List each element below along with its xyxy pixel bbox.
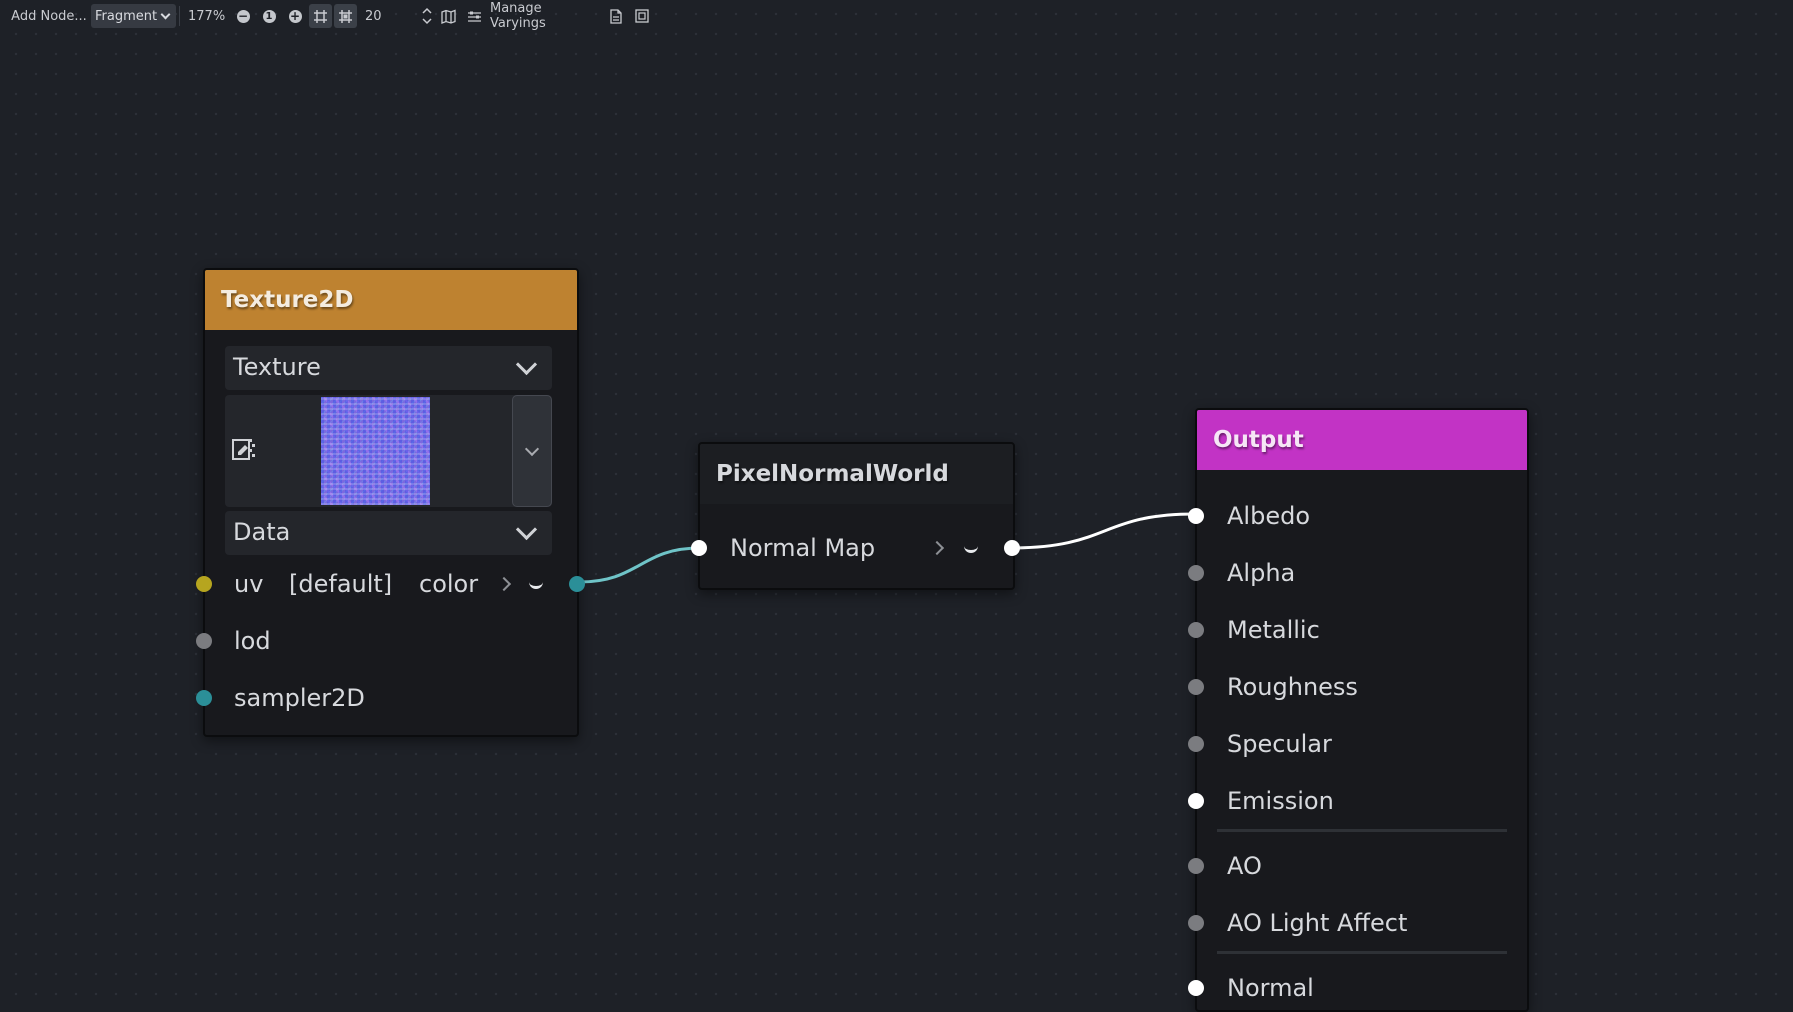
- edit-texture-icon[interactable]: [232, 437, 256, 463]
- chevron-down-icon: [524, 441, 540, 457]
- ao-light-affect-port-row: AO Light Affect: [1188, 903, 1527, 943]
- texture-source-select[interactable]: Texture: [225, 346, 552, 390]
- albedo-input-port[interactable]: [1188, 508, 1204, 524]
- texture-type-label: Data: [233, 518, 291, 546]
- color-output-label: color: [419, 570, 479, 598]
- alpha-input-port[interactable]: [1188, 565, 1204, 581]
- ao-label: AO: [1227, 852, 1262, 880]
- color-output-port[interactable]: [569, 576, 585, 592]
- node-title: PixelNormalWorld: [716, 461, 949, 487]
- sampler2d-label: sampler2D: [234, 684, 365, 712]
- normal-input-port[interactable]: [1188, 980, 1204, 996]
- expand-output-icon[interactable]: [529, 578, 543, 589]
- chevron-down-icon: [515, 353, 538, 376]
- sampler2d-input-port[interactable]: [196, 690, 212, 706]
- chevron-right-icon[interactable]: [929, 540, 945, 556]
- normal-map-port-row: Normal Map: [691, 528, 1020, 568]
- alpha-label: Alpha: [1227, 559, 1296, 587]
- normal-label: Normal: [1227, 974, 1314, 1002]
- specular-input-port[interactable]: [1188, 736, 1204, 752]
- texture-source-label: Texture: [233, 353, 321, 381]
- roughness-label: Roughness: [1227, 673, 1358, 701]
- node-title: Texture2D: [221, 287, 354, 313]
- metallic-input-port[interactable]: [1188, 622, 1204, 638]
- uv-default-value: [default]: [289, 570, 393, 598]
- uv-label: uv: [234, 570, 264, 598]
- output-node[interactable]: Output Albedo Alpha Metallic Roughness S…: [1188, 408, 1529, 1012]
- expand-output-icon[interactable]: [964, 542, 978, 553]
- texture2d-node[interactable]: Texture2D Texture Data uv [default] colo…: [196, 268, 585, 737]
- albedo-label: Albedo: [1227, 502, 1311, 530]
- metallic-port-row: Metallic: [1188, 610, 1527, 650]
- texture-type-select[interactable]: Data: [225, 511, 552, 555]
- emission-input-port[interactable]: [1188, 793, 1204, 809]
- normal-port-row: Normal: [1188, 968, 1527, 1008]
- ao-light-affect-input-port[interactable]: [1188, 915, 1204, 931]
- wire-normal-to-albedo[interactable]: [1010, 512, 1196, 550]
- roughness-port-row: Roughness: [1188, 667, 1527, 707]
- output-node-header[interactable]: Output: [1197, 410, 1527, 470]
- texture-picker[interactable]: [225, 395, 552, 507]
- uv-input-port[interactable]: [196, 576, 212, 592]
- chevron-right-icon[interactable]: [496, 576, 512, 592]
- pixel-normal-world-node-header[interactable]: PixelNormalWorld: [700, 444, 1013, 504]
- pixel-normal-world-node[interactable]: PixelNormalWorld Normal Map: [691, 442, 1020, 590]
- roughness-input-port[interactable]: [1188, 679, 1204, 695]
- normal-map-label: Normal Map: [730, 534, 876, 562]
- lod-input-port[interactable]: [196, 633, 212, 649]
- normal-map-input-port[interactable]: [691, 540, 707, 556]
- port-group-separator: [1217, 951, 1507, 954]
- metallic-label: Metallic: [1227, 616, 1320, 644]
- ao-input-port[interactable]: [1188, 858, 1204, 874]
- sampler-port-row: sampler2D: [196, 678, 577, 718]
- specular-label: Specular: [1227, 730, 1332, 758]
- lod-port-row: lod: [196, 621, 577, 661]
- normal-output-port[interactable]: [1004, 540, 1020, 556]
- texture-options-dropdown[interactable]: [512, 395, 552, 507]
- emission-port-row: Emission: [1188, 781, 1527, 821]
- texture2d-node-header[interactable]: Texture2D: [205, 270, 577, 330]
- albedo-port-row: Albedo: [1188, 496, 1527, 536]
- chevron-down-icon: [515, 518, 538, 541]
- specular-port-row: Specular: [1188, 724, 1527, 764]
- lod-label: lod: [234, 627, 271, 655]
- port-group-separator: [1217, 829, 1507, 832]
- ao-light-affect-label: AO Light Affect: [1227, 909, 1408, 937]
- alpha-port-row: Alpha: [1188, 553, 1527, 593]
- node-title: Output: [1213, 427, 1304, 453]
- uv-port-row: uv [default] color: [196, 564, 585, 604]
- texture-preview-thumbnail[interactable]: [321, 397, 430, 505]
- ao-port-row: AO: [1188, 846, 1527, 886]
- wire-color-to-normal-map[interactable]: [578, 546, 701, 584]
- emission-label: Emission: [1227, 787, 1334, 815]
